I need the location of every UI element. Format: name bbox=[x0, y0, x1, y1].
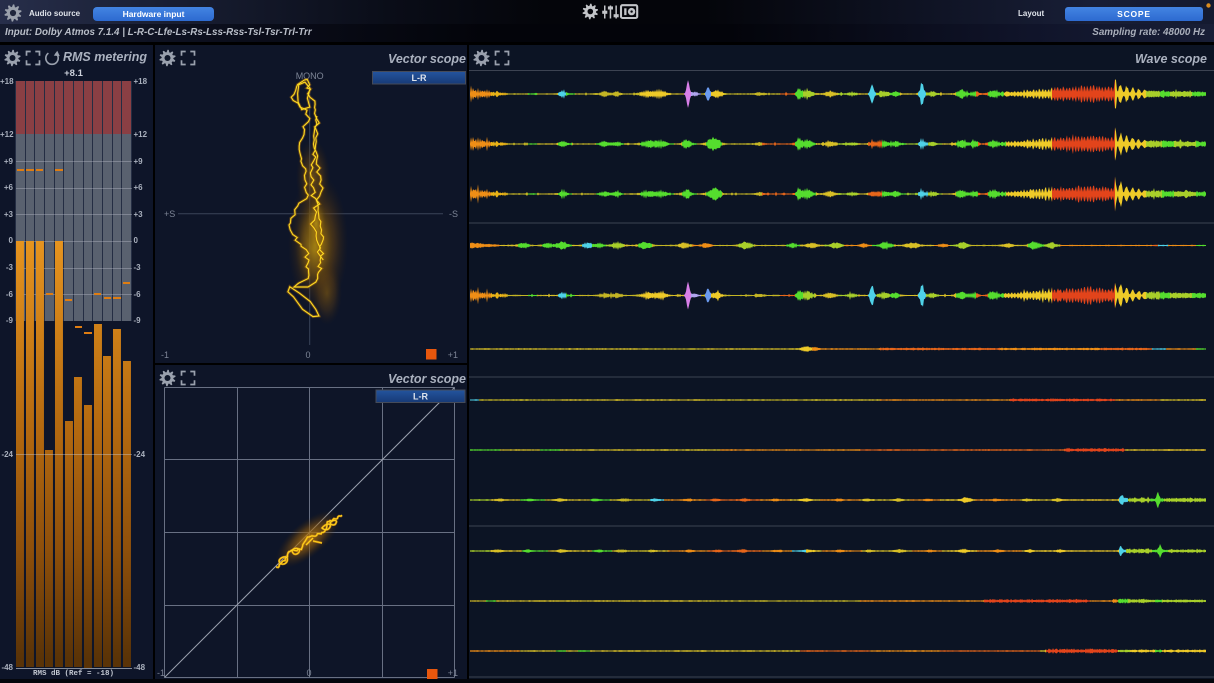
svg-text:MONO: MONO bbox=[296, 71, 324, 81]
svg-text:-1: -1 bbox=[157, 668, 165, 678]
svg-text:-1: -1 bbox=[161, 350, 169, 360]
svg-text:Vector scope: Vector scope bbox=[388, 372, 466, 386]
svg-text:+S: +S bbox=[164, 209, 175, 219]
svg-text:-S: -S bbox=[449, 209, 458, 219]
svg-text:+1: +1 bbox=[448, 350, 458, 360]
svg-text:L-R: L-R bbox=[413, 392, 428, 402]
svg-text:L-R: L-R bbox=[412, 73, 427, 83]
svg-text:0: 0 bbox=[305, 350, 310, 360]
svg-text:+1: +1 bbox=[448, 668, 458, 678]
svg-text:Wave scope: Wave scope bbox=[1135, 52, 1207, 66]
svg-text:Vector scope: Vector scope bbox=[388, 52, 466, 66]
svg-text:0: 0 bbox=[306, 668, 311, 678]
